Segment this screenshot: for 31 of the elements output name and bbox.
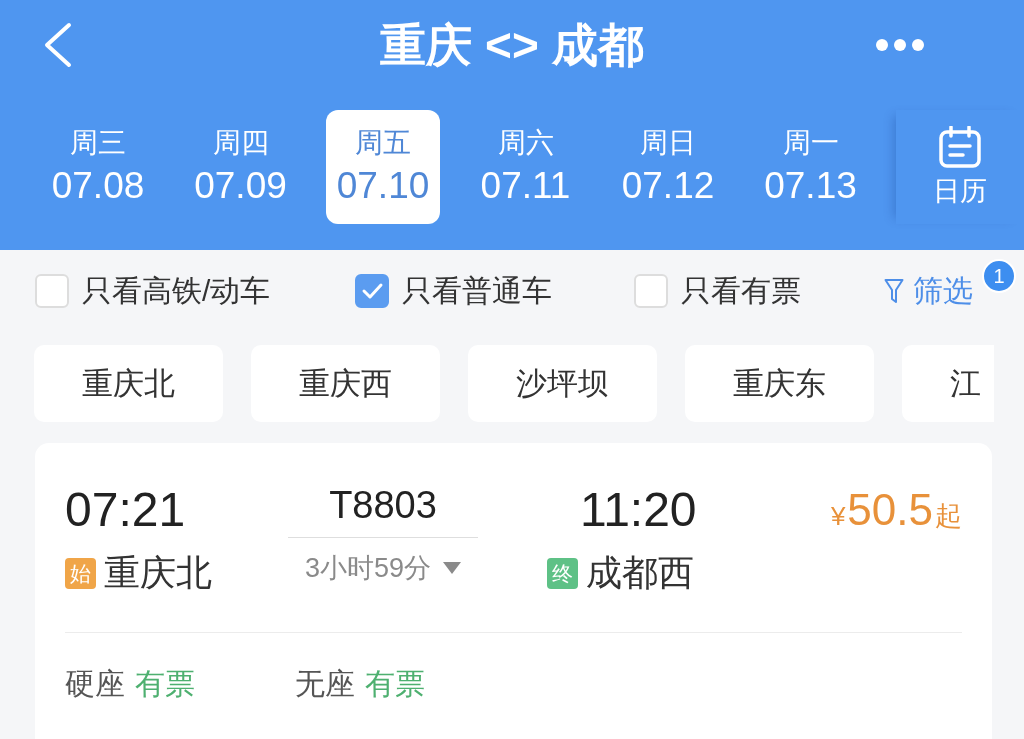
arrival-time: 11:20 (580, 482, 697, 538)
station-chip[interactable]: 沙坪坝 (468, 345, 657, 422)
start-tag: 始 (65, 557, 96, 589)
ticket-status: 有票 (135, 666, 195, 702)
price-text: ¥50.5起 (830, 484, 962, 536)
departure-time: 07:21 (65, 482, 186, 538)
count-badge: 1 (982, 259, 1016, 293)
filter-label[interactable]: 只看普通车 (402, 271, 552, 311)
station-chip[interactable]: 江 (902, 345, 994, 422)
end-tag: 终 (547, 557, 578, 589)
ticket-status: 有票 (365, 666, 425, 702)
train-number: T8803 (329, 483, 437, 528)
train-card[interactable]: 07:21 始 重庆北 T8803 3小时59分 11:20 终 成都西 ¥50.5起 硬座 有票 无座 有票 (35, 443, 992, 739)
back-icon[interactable] (42, 22, 72, 68)
duration-text: 3小时59分 (304, 552, 432, 585)
station-chip[interactable]: 重庆北 (34, 345, 223, 422)
filter-icon (884, 278, 904, 304)
filter-label[interactable]: 只看有票 (681, 271, 801, 311)
seat-class: 硬座 (65, 666, 125, 702)
departure-station: 重庆北 (104, 551, 212, 595)
station-chip[interactable]: 重庆东 (685, 345, 874, 422)
page-title: 重庆 <> 成都 (380, 18, 644, 73)
date-tab[interactable]: 周五 07.10 (326, 110, 440, 224)
checkbox[interactable] (355, 274, 389, 308)
caret-icon[interactable] (443, 562, 462, 574)
seat-class: 无座 (295, 666, 355, 702)
calendar-icon (939, 126, 981, 168)
arrival-station: 成都西 (586, 551, 694, 595)
station-chip[interactable]: 重庆西 (251, 345, 440, 422)
more-icon[interactable] (875, 38, 925, 52)
filter-label[interactable]: 只看高铁/动车 (82, 271, 271, 311)
